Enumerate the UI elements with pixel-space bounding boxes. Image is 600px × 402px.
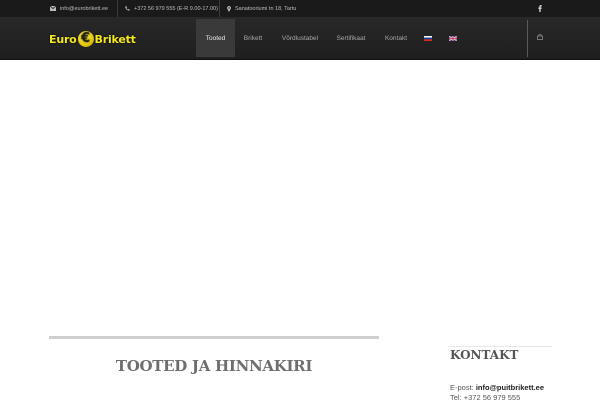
main-navbar: Euro € Brikett Tooted Brikett Võrdlustab… — [0, 17, 600, 60]
topbar-address-text: Sanatooriumi tn 18, Tartu — [235, 5, 297, 12]
page-title: TOOTED JA HINNAKIRI — [115, 357, 313, 375]
phone-icon — [125, 6, 130, 11]
navbar-divider — [527, 20, 528, 57]
facebook-link[interactable] — [538, 0, 542, 17]
nav-item-brikett[interactable]: Brikett — [237, 19, 269, 57]
site-logo[interactable]: Euro € Brikett — [49, 30, 136, 48]
sidebar-divider — [448, 346, 552, 347]
nav-item-tooted[interactable]: Tooted — [196, 19, 235, 57]
nav-item-sertifikaat[interactable]: Sertifikaat — [331, 19, 371, 57]
russian-flag-icon[interactable] — [424, 36, 432, 41]
topbar-email[interactable]: info@eurobrikett.ee — [50, 0, 108, 17]
logo-text-euro: Euro — [49, 32, 77, 46]
topbar-address[interactable]: Sanatooriumi tn 18, Tartu — [227, 0, 296, 17]
map-marker-icon — [227, 5, 231, 12]
logo-text-brikett: Brikett — [94, 32, 136, 46]
sidebar-email-line: E-post: info@puitbrikett.ee — [450, 383, 544, 392]
facebook-icon — [538, 5, 542, 12]
sidebar-phone-line: Tel: +372 56 979 555 — [450, 393, 521, 402]
english-flag-icon[interactable] — [449, 36, 457, 41]
topbar-divider — [219, 0, 220, 17]
sidebar-contact-heading: KONTAKT — [450, 348, 519, 362]
shopping-bag-icon[interactable] — [537, 34, 543, 40]
top-info-bar: info@eurobrikett.ee +372 56 979 555 (E-R… — [0, 0, 600, 17]
sidebar-email-label: E-post: — [450, 383, 476, 392]
nav-item-kontakt[interactable]: Kontakt — [378, 19, 414, 57]
envelope-icon — [50, 6, 56, 11]
nav-item-vordlustabel[interactable]: Võrdlustabel — [274, 19, 326, 57]
sidebar-email-link[interactable]: info@puitbrikett.ee — [476, 383, 544, 392]
topbar-email-text: info@eurobrikett.ee — [60, 5, 109, 12]
topbar-divider — [117, 0, 118, 17]
content-divider — [49, 336, 379, 339]
euro-coin-icon: € — [77, 31, 94, 47]
topbar-phone-text: +372 56 979 555 (E-R 9.00-17.00) — [134, 5, 218, 12]
topbar-phone[interactable]: +372 56 979 555 (E-R 9.00-17.00) — [125, 0, 218, 17]
